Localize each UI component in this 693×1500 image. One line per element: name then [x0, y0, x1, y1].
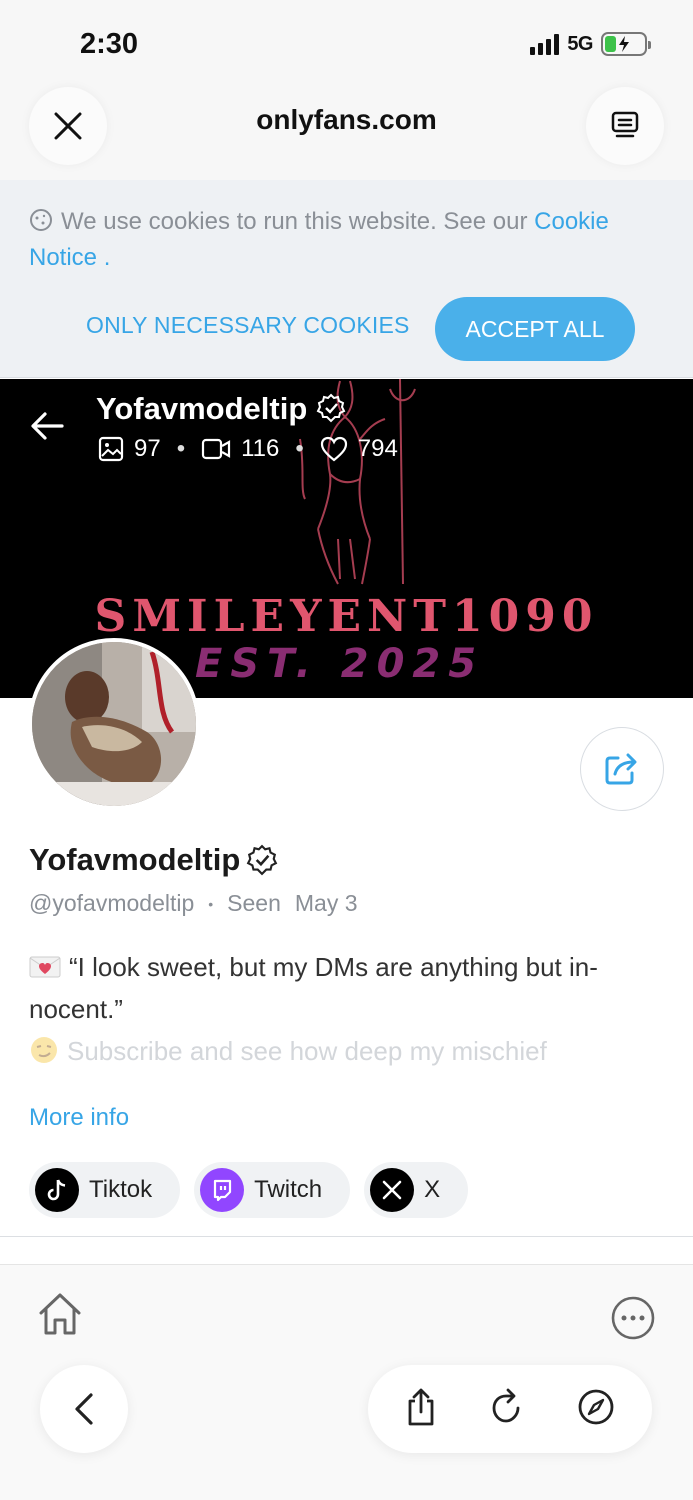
chevron-left-icon	[75, 1393, 93, 1425]
verified-badge-icon	[316, 393, 346, 423]
bio-line-2: Subscribe and see how deep my mischief	[67, 1036, 547, 1066]
cookie-suffix: .	[97, 244, 111, 271]
battery-icon	[601, 32, 651, 56]
divider	[0, 1236, 693, 1237]
compass-button[interactable]	[576, 1387, 616, 1432]
heart-icon	[320, 436, 347, 462]
cover-name-text: Yofavmodeltip	[96, 391, 308, 426]
profile-handle: @yofavmodeltip	[29, 890, 195, 916]
x-label: X	[424, 1176, 441, 1203]
status-bar: 2:30 5G	[0, 0, 693, 90]
browser-back-button[interactable]	[40, 1365, 128, 1453]
page-menu-icon	[611, 111, 639, 138]
accept-all-cookies-button[interactable]: ACCEPT ALL	[435, 297, 635, 361]
cover-stats: 97 • 116 • 794	[98, 435, 398, 463]
compass-icon	[578, 1389, 614, 1424]
image-icon	[98, 436, 124, 462]
more-info-link[interactable]: More info	[29, 1104, 129, 1132]
avatar[interactable]	[28, 638, 200, 810]
avatar-photo	[32, 642, 196, 806]
profile-name: Yofavmodeltip	[29, 842, 278, 878]
social-link-x[interactable]: X	[364, 1162, 469, 1218]
social-link-tiktok[interactable]: Tiktok	[29, 1162, 181, 1218]
share-upload-icon	[408, 1388, 434, 1425]
love-letter-icon	[29, 956, 61, 978]
banner-title: SMILEYENT1090	[94, 591, 599, 642]
reload-button[interactable]	[489, 1388, 525, 1431]
social-link-twitch[interactable]: Twitch	[194, 1162, 351, 1218]
last-seen-date: May 3	[294, 890, 358, 916]
photos-count: 97	[134, 435, 161, 462]
browser-toolbar	[0, 1264, 693, 1500]
cookie-icon	[30, 209, 52, 231]
verified-badge-icon	[246, 844, 278, 876]
smirk-emoji-icon	[31, 1037, 57, 1063]
twitch-label: Twitch	[254, 1176, 323, 1203]
profile-bio: “I look sweet, but my DMs are anything b…	[29, 946, 659, 1072]
browser-actions-group	[368, 1365, 652, 1453]
cover-profile-name: Yofavmodeltip	[96, 391, 346, 427]
social-links: Tiktok Twitch X	[29, 1162, 469, 1218]
video-icon	[202, 438, 231, 460]
tiktok-icon	[35, 1168, 79, 1212]
home-button[interactable]	[36, 1291, 84, 1342]
only-necessary-cookies-button[interactable]: ONLY NECESSARY COOKIES	[86, 312, 410, 339]
banner-subtitle: EST. 2025	[195, 641, 485, 687]
share-profile-button[interactable]	[580, 727, 664, 811]
back-button[interactable]	[30, 411, 64, 446]
more-dots-icon	[611, 1296, 655, 1340]
likes-count: 794	[357, 435, 398, 462]
network-type: 5G	[567, 32, 593, 55]
share-page-button[interactable]	[404, 1387, 438, 1432]
home-icon	[39, 1293, 81, 1335]
cookie-text: We use cookies to run this website. See …	[61, 208, 535, 235]
signal-icon	[530, 33, 560, 55]
status-indicators: 5G	[530, 32, 651, 56]
cookie-message: We use cookies to run this website. See …	[29, 204, 669, 276]
last-seen-label: Seen	[227, 890, 281, 916]
reload-icon	[492, 1388, 520, 1422]
more-options-button[interactable]	[610, 1295, 656, 1346]
page-menu-button[interactable]	[586, 87, 664, 165]
videos-count: 116	[241, 435, 280, 462]
share-icon	[605, 753, 637, 785]
arrow-left-icon	[31, 412, 64, 440]
browser-url-bar: onlyfans.com	[0, 80, 693, 180]
x-icon	[370, 1168, 415, 1212]
status-time: 2:30	[80, 28, 139, 60]
tiktok-label: Tiktok	[89, 1176, 153, 1203]
bio-line-1: “I look sweet, but my DMs are anything b…	[29, 952, 598, 1024]
profile-meta: @yofavmodeltip • Seen May 3	[29, 890, 358, 916]
twitch-icon	[200, 1168, 245, 1212]
profile-name-text: Yofavmodeltip	[29, 842, 241, 877]
